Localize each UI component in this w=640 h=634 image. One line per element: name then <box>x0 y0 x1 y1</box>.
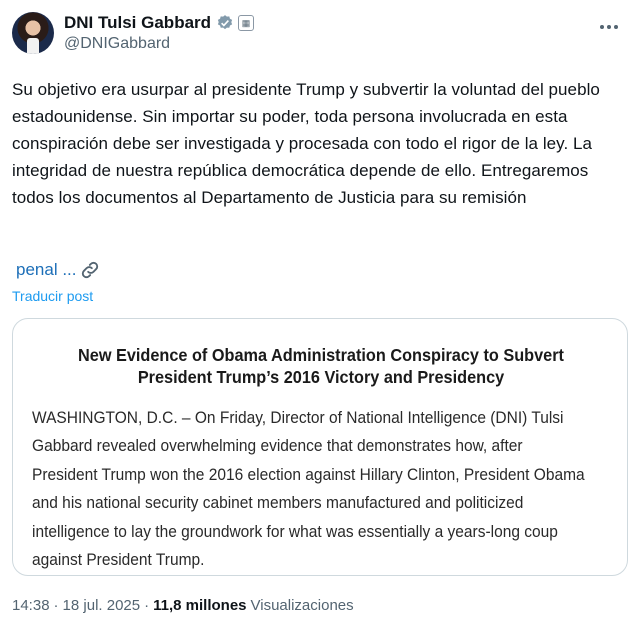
author-block: DNI Tulsi Gabbard ▦ @DNIGabbard <box>64 12 255 53</box>
media-card[interactable]: New Evidence of Obama Administration Con… <box>12 318 628 576</box>
more-options-icon[interactable] <box>596 14 622 40</box>
post-time[interactable]: 14:38 <box>12 597 50 614</box>
post-date[interactable]: 18 jul. 2025 <box>63 597 141 614</box>
post-meta: 14:38 · 18 jul. 2025 · 11,8 millones Vis… <box>12 597 354 614</box>
avatar[interactable] <box>12 12 54 54</box>
card-body: WASHINGTON, D.C. – On Friday, Director o… <box>32 409 585 570</box>
meta-separator: · <box>144 597 150 614</box>
meta-separator: · <box>53 597 59 614</box>
tweet: DNI Tulsi Gabbard ▦ @DNIGabbard Su objet… <box>0 0 640 634</box>
views-label: Visualizaciones <box>250 597 354 614</box>
card-title: New Evidence of Obama Administration Con… <box>78 345 564 387</box>
author-name[interactable]: DNI Tulsi Gabbard <box>64 13 211 33</box>
translate-post-link[interactable]: Traducir post <box>12 288 93 304</box>
government-badge-icon[interactable]: ▦ <box>238 15 255 31</box>
post-text: Su objetivo era usurpar al presidente Tr… <box>12 80 600 207</box>
post-link-text[interactable]: penal ... <box>16 260 77 280</box>
link-icon <box>81 261 98 279</box>
views-count[interactable]: 11,8 millones <box>153 597 246 614</box>
tweet-header: DNI Tulsi Gabbard ▦ @DNIGabbard <box>12 12 628 56</box>
verified-badge-icon[interactable] <box>216 14 234 32</box>
post-link[interactable]: penal ... <box>16 258 101 282</box>
author-handle[interactable]: @DNIGabbard <box>64 35 254 53</box>
name-row: DNI Tulsi Gabbard ▦ <box>64 12 255 34</box>
